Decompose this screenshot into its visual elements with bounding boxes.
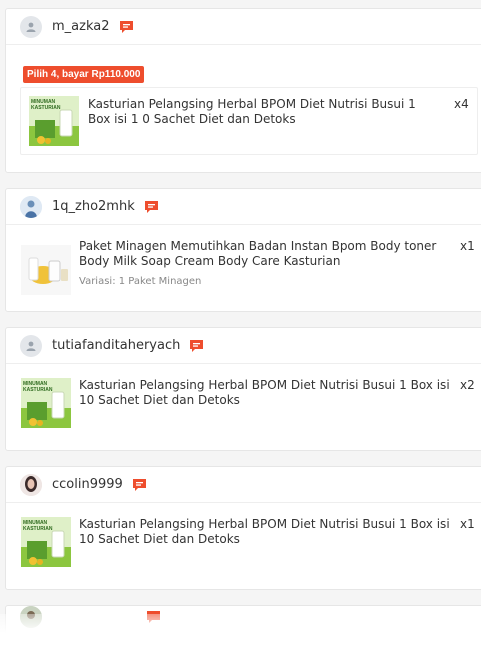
order-item[interactable]: MINUMAN KASTURIAN Kasturian Pelangsing H… — [20, 87, 478, 155]
buyer-header: ccolin9999 — [6, 467, 481, 503]
product-thumbnail: MINUMAN KASTURIAN — [21, 378, 71, 428]
default-user-icon[interactable] — [20, 334, 42, 357]
product-title[interactable]: Kasturian Pelangsing Herbal BPOM Diet Nu… — [79, 378, 454, 408]
product-title[interactable]: Paket Minagen Memutihkan Badan Instan Bp… — [79, 239, 454, 269]
product-title[interactable]: Kasturian Pelangsing Herbal BPOM Diet Nu… — [79, 517, 454, 547]
order-item[interactable]: Paket Minagen Memutihkan Badan Instan Bp… — [20, 237, 481, 295]
buyer-username[interactable]: tutiafanditaheryach — [52, 338, 180, 353]
buyer-header: m_azka2 — [6, 9, 481, 45]
order-card: 1q_zho2mhk Paket Minagen Memutihkan Bada… — [5, 188, 481, 312]
order-card: m_azka2 Pilih 4, bayar Rp110.000 MINUMAN… — [5, 8, 481, 173]
buyer-username[interactable]: m_azka2 — [52, 19, 110, 34]
quantity: x1 — [460, 239, 475, 253]
photo-avatar-icon[interactable] — [20, 195, 42, 218]
product-thumbnail: MINUMAN KASTURIAN — [29, 96, 79, 146]
chat-icon[interactable] — [119, 20, 134, 34]
default-user-icon[interactable] — [20, 15, 42, 38]
buyer-username[interactable]: 1q_zho2mhk — [52, 199, 135, 214]
quantity: x4 — [454, 97, 469, 111]
quantity: x2 — [460, 378, 475, 392]
thumb-brand-text: MINUMAN KASTURIAN — [23, 381, 53, 393]
chat-icon[interactable] — [189, 339, 204, 353]
thumb-brand-text: MINUMAN KASTURIAN — [23, 520, 53, 532]
promo-badge: Pilih 4, bayar Rp110.000 — [23, 66, 145, 83]
thumb-brand-text: MINUMAN KASTURIAN — [31, 99, 61, 111]
scroll-fade-overlay — [0, 614, 481, 646]
quantity: x1 — [460, 517, 475, 531]
product-thumbnail — [21, 245, 71, 295]
photo-avatar-icon[interactable] — [20, 473, 42, 496]
chat-icon[interactable] — [132, 478, 147, 492]
product-title[interactable]: Kasturian Pelangsing Herbal BPOM Diet Nu… — [88, 97, 438, 127]
product-variant: Variasi: 1 Paket Minagen — [79, 276, 202, 287]
buyer-header: 1q_zho2mhk — [6, 189, 481, 225]
buyer-header: tutiafanditaheryach — [6, 328, 481, 364]
order-item[interactable]: MINUMAN KASTURIAN Kasturian Pelangsing H… — [20, 376, 481, 436]
order-card: tutiafanditaheryach MINUMAN KASTURIAN Ka… — [5, 327, 481, 451]
buyer-username[interactable]: ccolin9999 — [52, 477, 123, 492]
order-item[interactable]: MINUMAN KASTURIAN Kasturian Pelangsing H… — [20, 515, 481, 575]
order-card: ccolin9999 MINUMAN KASTURIAN Kasturian P… — [5, 466, 481, 590]
chat-icon[interactable] — [144, 200, 159, 214]
product-thumbnail: MINUMAN KASTURIAN — [21, 517, 71, 567]
